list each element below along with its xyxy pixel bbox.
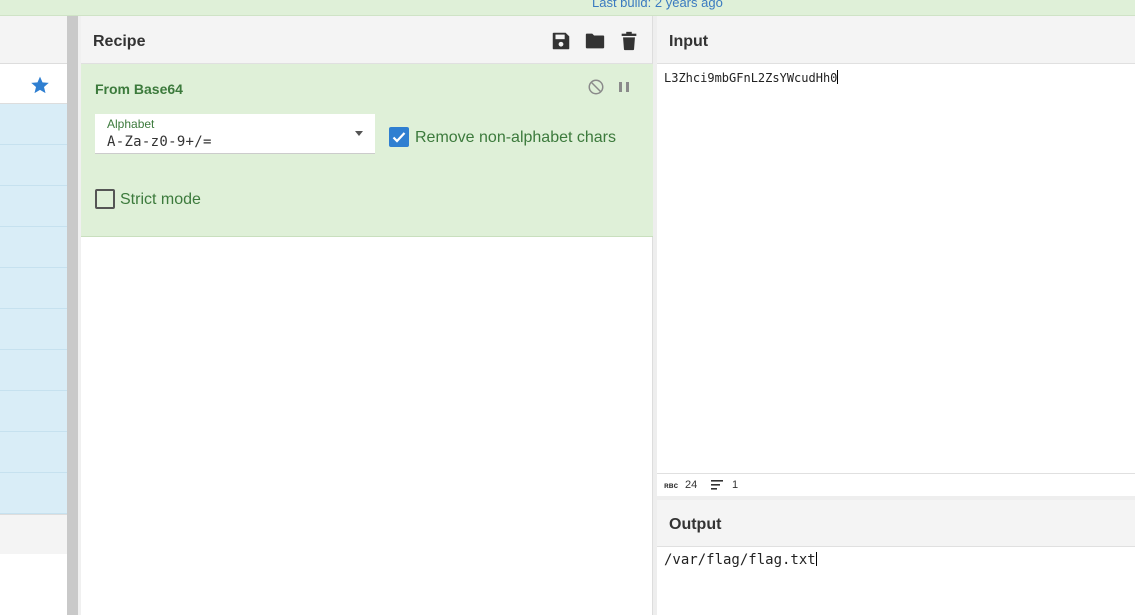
text-caret <box>815 552 817 566</box>
input-textarea[interactable]: L3Zhci9mbGFnL2ZsYWcudHh0 <box>664 70 839 85</box>
alphabet-value: A-Za-z0-9+/= <box>107 134 212 150</box>
input-title: Input <box>669 33 709 50</box>
output-header: Output <box>657 500 1135 547</box>
operation-category[interactable] <box>0 432 67 473</box>
lines-icon <box>711 480 723 490</box>
trash-icon[interactable] <box>618 30 640 52</box>
input-status-bar: ʀʙᴄ 24 1 <box>657 473 1135 496</box>
alphabet-label: Alphabet <box>107 117 155 131</box>
save-icon[interactable] <box>550 30 572 52</box>
checkmark-icon <box>392 132 406 143</box>
chevron-down-icon <box>355 131 363 136</box>
build-banner-text: Last build: 2 years ago <box>592 0 723 10</box>
star-icon <box>31 76 49 94</box>
pause-icon[interactable] <box>616 78 632 96</box>
abc-icon: ʀʙᴄ <box>664 481 679 490</box>
disable-icon[interactable] <box>587 78 605 96</box>
operations-footer <box>0 514 67 554</box>
input-text: L3Zhci9mbGFnL2ZsYWcudHh0 <box>664 71 838 85</box>
recipe-title: Recipe <box>93 33 146 50</box>
input-lines: 1 <box>732 479 739 491</box>
operation-category[interactable] <box>0 186 67 227</box>
remove-non-alphabet-label[interactable]: Remove non-alphabet chars <box>415 129 616 147</box>
operation-category[interactable] <box>0 145 67 186</box>
recipe-pane: Recipe From Base64 Alphabet A-Za-z0-9+/=… <box>81 16 653 615</box>
operation-category[interactable] <box>0 350 67 391</box>
text-caret <box>837 70 839 84</box>
operation-name: From Base64 <box>95 81 183 97</box>
build-banner: Last build: 2 years ago <box>0 0 1135 16</box>
operation-category[interactable] <box>0 104 67 145</box>
remove-non-alphabet-checkbox[interactable] <box>389 127 409 147</box>
operation-from-base64[interactable]: From Base64 Alphabet A-Za-z0-9+/= Remove… <box>81 64 653 237</box>
operations-header <box>0 16 67 64</box>
output-textarea[interactable]: /var/flag/flag.txt <box>664 552 817 568</box>
operation-category[interactable] <box>0 391 67 432</box>
strict-mode-label[interactable]: Strict mode <box>120 191 201 209</box>
output-text: /var/flag/flag.txt <box>664 552 816 568</box>
favourites-category[interactable] <box>0 64 67 104</box>
recipe-header: Recipe <box>81 16 652 64</box>
operation-category[interactable] <box>0 227 67 268</box>
operation-category[interactable] <box>0 268 67 309</box>
pane-splitter[interactable] <box>67 16 78 615</box>
output-pane: Output /var/flag/flag.txt <box>657 500 1135 615</box>
operations-pane <box>0 16 67 615</box>
operation-category[interactable] <box>0 473 67 514</box>
operation-category[interactable] <box>0 309 67 350</box>
folder-icon[interactable] <box>584 30 606 52</box>
output-title: Output <box>669 516 722 533</box>
input-pane: Input L3Zhci9mbGFnL2ZsYWcudHh0 <box>657 16 1135 473</box>
input-header: Input <box>657 16 1135 64</box>
alphabet-select[interactable]: Alphabet A-Za-z0-9+/= <box>95 114 375 154</box>
operations-list <box>0 104 67 514</box>
strict-mode-checkbox[interactable] <box>95 189 115 209</box>
input-length: 24 <box>685 479 698 491</box>
